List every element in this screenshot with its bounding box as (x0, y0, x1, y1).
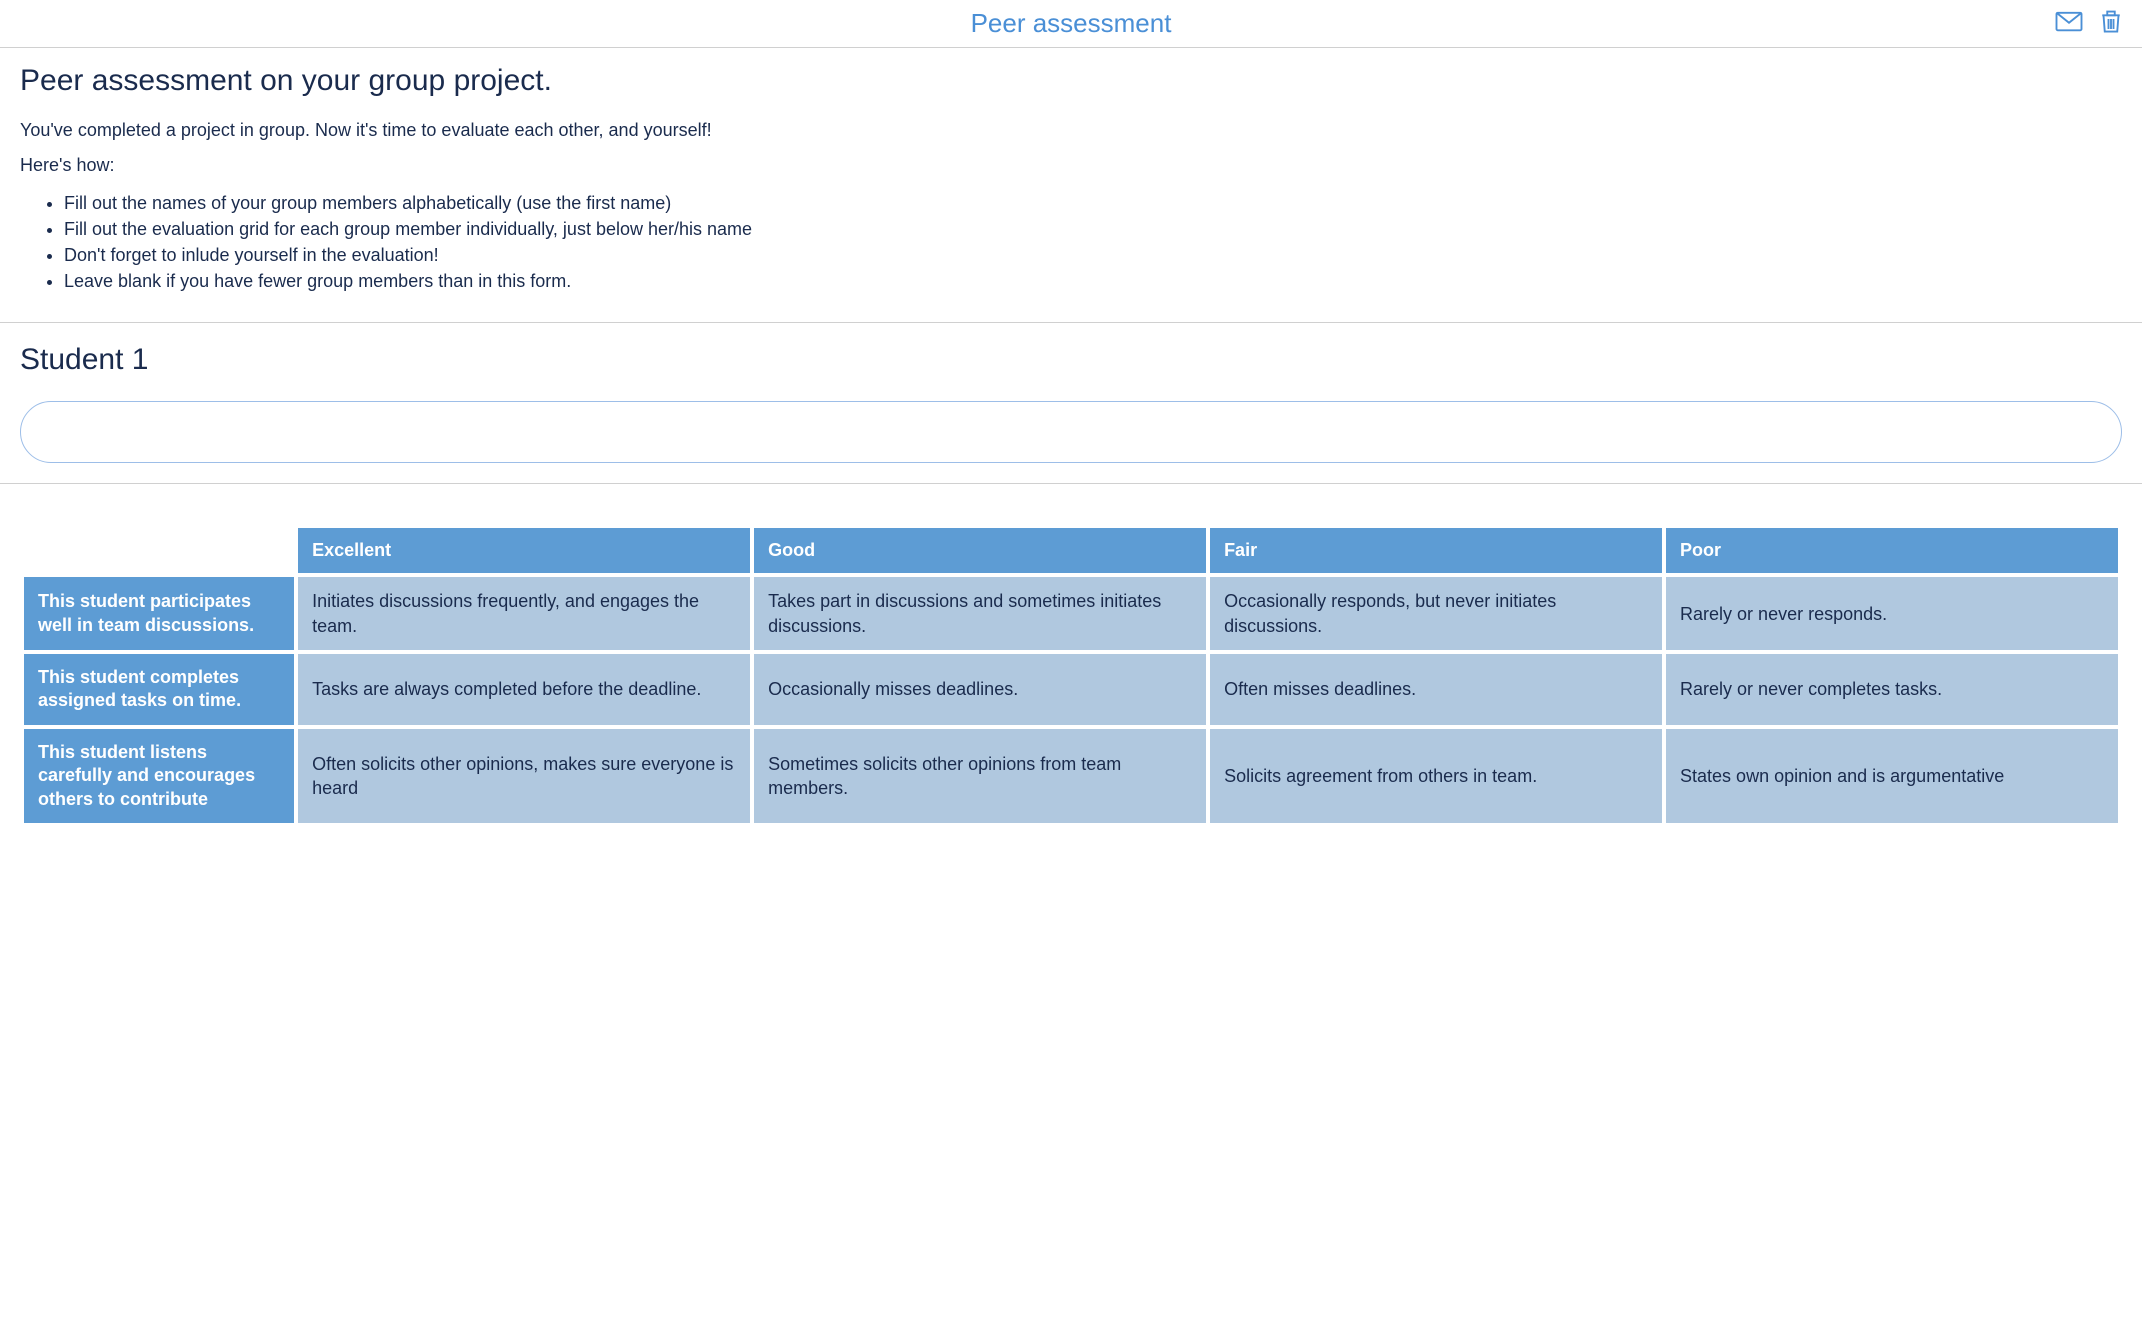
intro-section: Peer assessment on your group project. Y… (0, 48, 2142, 323)
rubric-cell[interactable]: Initiates discussions frequently, and en… (298, 577, 750, 650)
rubric-corner (24, 528, 294, 573)
rubric-col-header: Excellent (298, 528, 750, 573)
rubric-col-header: Fair (1210, 528, 1662, 573)
rubric-cell[interactable]: Takes part in discussions and sometimes … (754, 577, 1206, 650)
rubric-col-header: Poor (1666, 528, 2118, 573)
header-icons (2054, 6, 2126, 41)
trash-icon[interactable] (2096, 6, 2126, 41)
rubric-cell[interactable]: Occasionally responds, but never initiat… (1210, 577, 1662, 650)
intro-bullet-list: Fill out the names of your group members… (20, 190, 2122, 294)
intro-bullet: Fill out the evaluation grid for each gr… (64, 216, 2122, 242)
rubric-cell[interactable]: States own opinion and is argumentative (1666, 729, 2118, 823)
rubric-cell[interactable]: Sometimes solicits other opinions from t… (754, 729, 1206, 823)
student-name-input[interactable] (20, 401, 2122, 463)
student-section: Student 1 (0, 323, 2142, 484)
rubric-col-header: Good (754, 528, 1206, 573)
rubric-row: This student listens carefully and encou… (24, 729, 2118, 823)
intro-bullet: Leave blank if you have fewer group memb… (64, 268, 2122, 294)
rubric-cell[interactable]: Solicits agreement from others in team. (1210, 729, 1662, 823)
rubric-section: Excellent Good Fair Poor This student pa… (0, 484, 2142, 827)
rubric-row: This student completes assigned tasks on… (24, 654, 2118, 725)
rubric-row-header: This student participates well in team d… (24, 577, 294, 650)
intro-line1: You've completed a project in group. Now… (20, 120, 2122, 141)
rubric-cell[interactable]: Often solicits other opinions, makes sur… (298, 729, 750, 823)
mail-icon[interactable] (2054, 6, 2084, 41)
rubric-cell[interactable]: Tasks are always completed before the de… (298, 654, 750, 725)
page-header: Peer assessment (0, 0, 2142, 48)
rubric-table: Excellent Good Fair Poor This student pa… (20, 524, 2122, 827)
rubric-row-header: This student completes assigned tasks on… (24, 654, 294, 725)
intro-line2: Here's how: (20, 155, 2122, 176)
intro-heading: Peer assessment on your group project. (20, 64, 2122, 98)
rubric-cell[interactable]: Often misses deadlines. (1210, 654, 1662, 725)
intro-bullet: Don't forget to inlude yourself in the e… (64, 242, 2122, 268)
rubric-row-header: This student listens carefully and encou… (24, 729, 294, 823)
rubric-cell[interactable]: Rarely or never responds. (1666, 577, 2118, 650)
intro-bullet: Fill out the names of your group members… (64, 190, 2122, 216)
student-heading: Student 1 (20, 343, 2122, 377)
rubric-row: This student participates well in team d… (24, 577, 2118, 650)
page-title: Peer assessment (971, 8, 1172, 39)
rubric-cell[interactable]: Rarely or never completes tasks. (1666, 654, 2118, 725)
rubric-cell[interactable]: Occasionally misses deadlines. (754, 654, 1206, 725)
